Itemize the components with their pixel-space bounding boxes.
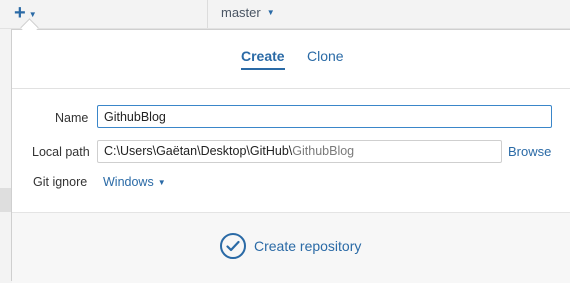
tab-bar: Create Clone: [12, 30, 570, 89]
plus-icon: +: [14, 2, 26, 24]
popover-footer: Create repository: [12, 212, 570, 283]
tab-create[interactable]: Create: [241, 48, 285, 70]
git-ignore-dropdown[interactable]: Windows ▼: [103, 175, 166, 189]
chevron-down-icon: ▼: [28, 9, 37, 19]
create-repository-label: Create repository: [254, 238, 362, 254]
branch-label: master: [221, 5, 261, 20]
name-input[interactable]: [97, 105, 552, 128]
name-label: Name: [55, 111, 89, 125]
chevron-down-icon: ▼: [157, 177, 166, 187]
add-repository-button[interactable]: + ▼: [14, 3, 37, 23]
local-path-suffix: GithubBlog: [292, 144, 355, 158]
create-repository-popover: Create Clone Name Local path C:\Users\Ga…: [11, 29, 570, 283]
local-path-input[interactable]: C:\Users\Gaëtan\Desktop\GitHub\GithubBlo…: [97, 140, 502, 163]
toolbar-divider: [207, 0, 208, 28]
top-toolbar: + ▼ master ▼: [0, 0, 570, 29]
branch-selector[interactable]: master ▼: [221, 5, 275, 20]
local-path-label: Local path: [32, 145, 90, 159]
git-ignore-label: Git ignore: [33, 175, 88, 189]
check-circle-icon: [220, 233, 246, 259]
chevron-down-icon: ▼: [266, 8, 275, 17]
create-repository-button[interactable]: Create repository: [220, 233, 361, 259]
browse-button[interactable]: Browse: [508, 144, 551, 159]
local-path-prefix: C:\Users\Gaëtan\Desktop\GitHub\: [104, 144, 293, 158]
git-ignore-value: Windows: [103, 175, 154, 189]
tab-clone[interactable]: Clone: [307, 48, 344, 64]
